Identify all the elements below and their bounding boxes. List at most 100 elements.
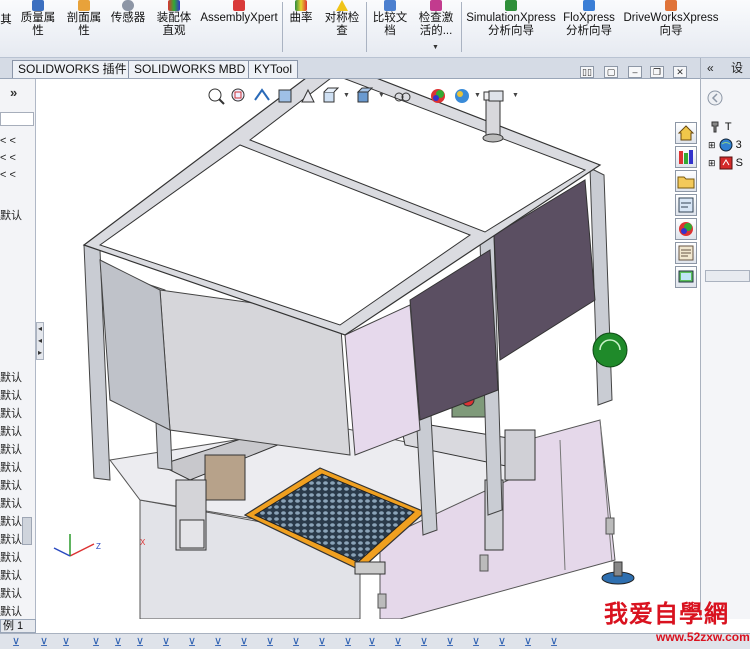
mate-icon[interactable]: ⊻ (318, 636, 326, 649)
tree-item[interactable]: 默认 (0, 495, 22, 511)
tab-solidworks-addins[interactable]: SOLIDWORKS 插件 (12, 60, 133, 78)
mate-icon[interactable]: ⊻ (136, 636, 144, 649)
assembly-visualization-button[interactable]: 装配体 直观 (152, 0, 196, 58)
mate-icon[interactable]: ⊻ (368, 636, 376, 649)
tree-item[interactable]: 默认 (0, 549, 22, 565)
window-split-icon[interactable]: ▢ (604, 66, 618, 78)
tree-item[interactable]: < < (0, 152, 16, 164)
command-manager-tabs: SOLIDWORKS 插件 SOLIDWORKS MBD KYTool (0, 58, 700, 79)
tab-solidworks-mbd[interactable]: SOLIDWORKS MBD (128, 60, 252, 78)
collapse-task-pane-button[interactable]: « (707, 61, 714, 75)
chevron-down-icon[interactable]: ▼ (378, 92, 385, 99)
mate-icon[interactable]: ⊻ (292, 636, 300, 649)
tree-item[interactable]: 默认 (0, 387, 22, 403)
floxpress-button[interactable]: FloXpress 分析向导 (560, 0, 618, 58)
window-tile-icon[interactable]: ▯▯ (580, 66, 594, 78)
chevron-down-icon[interactable]: ▼ (432, 44, 439, 51)
assembly-visualization-icon (168, 0, 180, 11)
task-pane-scrollbar[interactable] (705, 270, 750, 282)
mate-icon[interactable]: ⊻ (92, 636, 100, 649)
task-tree-item[interactable]: T (725, 121, 732, 133)
tab-kytool[interactable]: KYTool (248, 60, 299, 78)
view-settings-icon[interactable] (486, 86, 506, 106)
mate-icon[interactable]: ⊻ (344, 636, 352, 649)
panel-splitter[interactable]: ◂ ◂ ▸ (36, 322, 44, 360)
collapse-panel-button[interactable]: » (10, 85, 17, 100)
mate-icon[interactable]: ⊻ (188, 636, 196, 649)
tree-item[interactable]: < < (0, 135, 16, 147)
simulationxpress-icon (505, 0, 517, 11)
expand-icon[interactable]: ⊞ (708, 158, 716, 168)
mate-icon[interactable]: ⊻ (524, 636, 532, 649)
mate-icon[interactable]: ⊻ (446, 636, 454, 649)
mate-icon[interactable]: ⊻ (420, 636, 428, 649)
tree-item[interactable]: 默认 (0, 567, 22, 583)
custom-properties-icon[interactable] (675, 242, 697, 264)
compare-documents-button[interactable]: 比较文 档 (369, 0, 411, 58)
sensor-button[interactable]: 传感器 (107, 0, 149, 58)
hide-show-items-icon[interactable] (392, 86, 412, 106)
mate-icon[interactable]: ⊻ (394, 636, 402, 649)
chevron-down-icon[interactable]: ▼ (474, 92, 481, 99)
solidworks-resources-icon[interactable] (675, 266, 697, 288)
mass-properties-button[interactable]: 质量属 性 (14, 0, 62, 58)
assemblyxpert-button[interactable]: AssemblyXpert (200, 0, 278, 58)
mate-icon[interactable]: ⊻ (114, 636, 122, 649)
view-palette-icon[interactable] (675, 194, 697, 216)
filter-input[interactable] (0, 112, 34, 126)
edit-appearance-icon[interactable] (428, 86, 448, 106)
mate-icon[interactable]: ⊻ (550, 636, 558, 649)
mate-icon[interactable]: ⊻ (162, 636, 170, 649)
driveworksxpress-button[interactable]: DriveWorksXpress 向导 (621, 0, 721, 58)
tree-item[interactable]: 默认 (0, 459, 22, 475)
tree-item[interactable]: 默认 (0, 477, 22, 493)
tree-item[interactable]: 默认 (0, 369, 22, 385)
mate-icon[interactable]: ⊻ (498, 636, 506, 649)
simulationxpress-button[interactable]: SimulationXpress 分析向导 (464, 0, 558, 58)
task-tree-item[interactable]: 3 (736, 139, 742, 151)
tree-item[interactable]: 默认 (0, 207, 22, 223)
expand-icon[interactable]: ⊞ (708, 140, 716, 150)
chevron-down-icon[interactable]: ▼ (343, 92, 350, 99)
mate-icon[interactable]: ⊻ (62, 636, 70, 649)
minimize-window-icon[interactable]: – (628, 66, 642, 78)
apply-scene-icon[interactable] (452, 86, 472, 106)
previous-view-icon[interactable] (252, 86, 272, 106)
sheet-tab[interactable]: 例 1 (0, 619, 36, 633)
mate-icon[interactable]: ⊻ (12, 636, 20, 649)
appearances-icon[interactable] (675, 218, 697, 240)
back-icon[interactable] (707, 90, 723, 106)
tree-item[interactable]: 默认 (0, 585, 22, 601)
file-explorer-icon[interactable] (675, 170, 697, 192)
symmetry-check-button[interactable]: 对称检 查 (320, 0, 364, 58)
mate-icon[interactable]: ⊻ (266, 636, 274, 649)
mate-icon[interactable]: ⊻ (240, 636, 248, 649)
panel-scrollbar[interactable] (22, 517, 32, 545)
zoom-to-fit-icon[interactable] (206, 86, 226, 106)
close-window-icon[interactable]: ✕ (673, 66, 687, 78)
design-library-icon[interactable] (675, 146, 697, 168)
display-style-icon[interactable] (354, 86, 374, 106)
mate-icon[interactable]: ⊻ (214, 636, 222, 649)
curvature-button[interactable]: 曲率 (286, 0, 316, 58)
dynamic-annotation-icon[interactable] (298, 86, 318, 106)
chevron-down-icon[interactable]: ▼ (512, 92, 519, 99)
view-orientation-icon[interactable] (320, 86, 340, 106)
ribbon-partial-button[interactable]: 其 (0, 0, 12, 58)
task-tree-item[interactable]: S (736, 157, 743, 169)
home-icon[interactable] (675, 122, 697, 144)
section-view-icon[interactable] (275, 86, 295, 106)
tree-item[interactable]: 默认 (0, 405, 22, 421)
tree-item[interactable]: 默认 (0, 531, 22, 547)
mate-icon[interactable]: ⊻ (472, 636, 480, 649)
tree-item[interactable]: 默认 (0, 513, 22, 529)
tree-item[interactable]: < < (0, 169, 16, 181)
graphics-area[interactable]: Z Y X (44, 79, 700, 619)
tree-item[interactable]: 默认 (0, 441, 22, 457)
mate-icon[interactable]: ⊻ (40, 636, 48, 649)
zoom-to-area-icon[interactable] (229, 86, 249, 106)
section-properties-button[interactable]: 剖面属 性 (62, 0, 106, 58)
tree-item[interactable]: 默认 (0, 603, 22, 619)
tree-item[interactable]: 默认 (0, 423, 22, 439)
restore-window-icon[interactable]: ❐ (650, 66, 664, 78)
